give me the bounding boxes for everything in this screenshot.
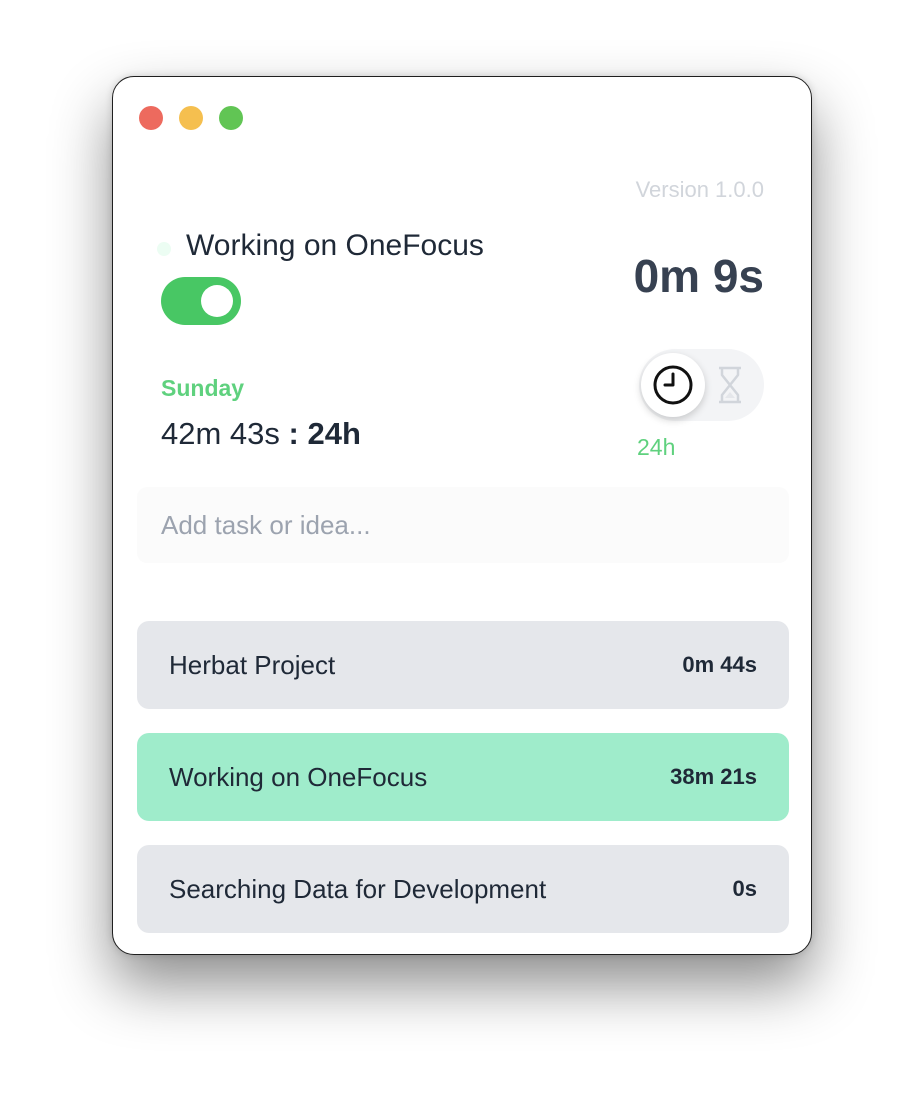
elapsed-timer: 0m 9s (633, 250, 764, 302)
task-list: Herbat Project 0m 44s Working on OneFocu… (137, 621, 789, 957)
version-label: Version 1.0.0 (635, 177, 764, 202)
clock-icon[interactable] (641, 353, 705, 417)
toggle-knob (201, 285, 233, 317)
day-total: 42m 43s : 24h (161, 416, 361, 452)
window-close-button[interactable] (139, 106, 163, 130)
current-task-title: Working on OneFocus (186, 229, 484, 262)
day-total-time: 42m 43s (161, 416, 280, 451)
window-maximize-button[interactable] (219, 106, 243, 130)
window-minimize-button[interactable] (179, 106, 203, 130)
task-time: 0m 44s (682, 652, 757, 677)
task-row-herbat-project[interactable]: Herbat Project 0m 44s (137, 621, 789, 709)
task-row-working-on-onefocus[interactable]: Working on OneFocus 38m 21s (137, 733, 789, 821)
mode-switch[interactable] (639, 349, 764, 421)
task-time: 38m 21s (670, 764, 757, 789)
task-input[interactable] (137, 487, 789, 563)
task-name: Working on OneFocus (169, 761, 428, 792)
day-name: Sunday (161, 375, 245, 401)
task-name: Searching Data for Development (169, 873, 547, 904)
mode-label: 24h (637, 434, 676, 460)
day-goal: 24h (307, 416, 361, 451)
hourglass-icon[interactable] (713, 365, 747, 405)
tracking-toggle[interactable] (161, 277, 241, 325)
day-total-separator: : (288, 416, 299, 451)
task-name: Herbat Project (169, 649, 336, 680)
task-row-searching-data[interactable]: Searching Data for Development 0s (137, 845, 789, 933)
task-time: 0s (732, 876, 757, 901)
app-window: Version 1.0.0 Working on OneFocus 0m 9s … (112, 76, 812, 955)
status-dot-icon (157, 242, 171, 256)
